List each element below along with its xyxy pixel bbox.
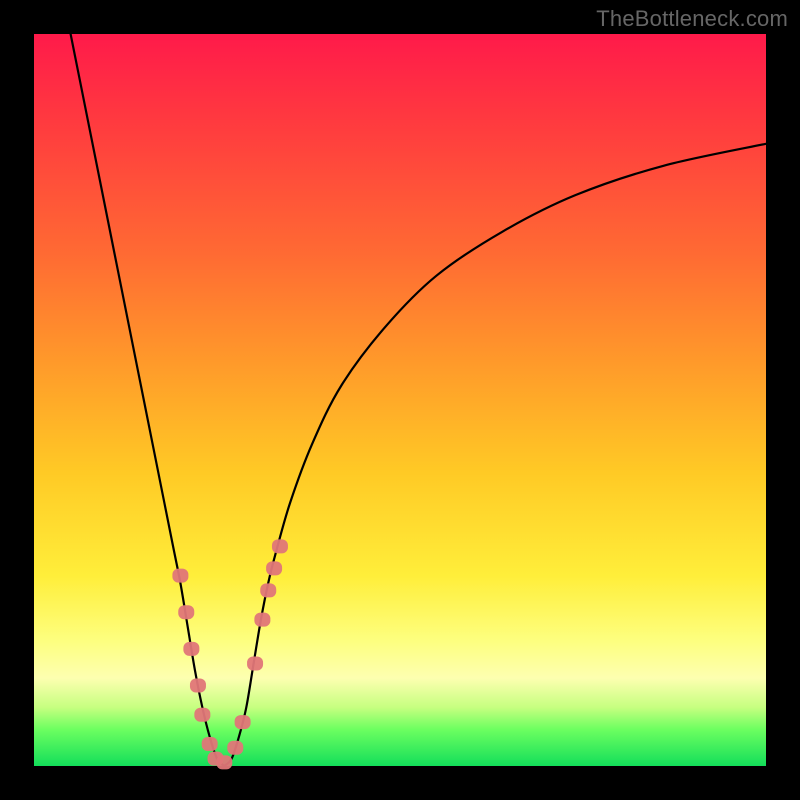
marker-dot bbox=[172, 569, 188, 583]
marker-dot bbox=[260, 583, 276, 597]
marker-dot bbox=[247, 657, 263, 671]
marker-dot bbox=[227, 741, 243, 755]
marker-group bbox=[172, 539, 288, 769]
marker-dot bbox=[183, 642, 199, 656]
marker-dot bbox=[254, 613, 270, 627]
marker-dot bbox=[178, 605, 194, 619]
curve-left-branch bbox=[71, 34, 225, 766]
curve-right-branch bbox=[224, 144, 766, 766]
marker-dot bbox=[194, 708, 210, 722]
watermark-text: TheBottleneck.com bbox=[596, 6, 788, 32]
marker-dot bbox=[190, 678, 206, 692]
marker-dot bbox=[216, 755, 232, 769]
marker-dot bbox=[266, 561, 282, 575]
chart-svg bbox=[34, 34, 766, 766]
marker-dot bbox=[272, 539, 288, 553]
chart-frame: TheBottleneck.com bbox=[0, 0, 800, 800]
marker-dot bbox=[202, 737, 218, 751]
marker-dot bbox=[235, 715, 251, 729]
plot-area bbox=[34, 34, 766, 766]
